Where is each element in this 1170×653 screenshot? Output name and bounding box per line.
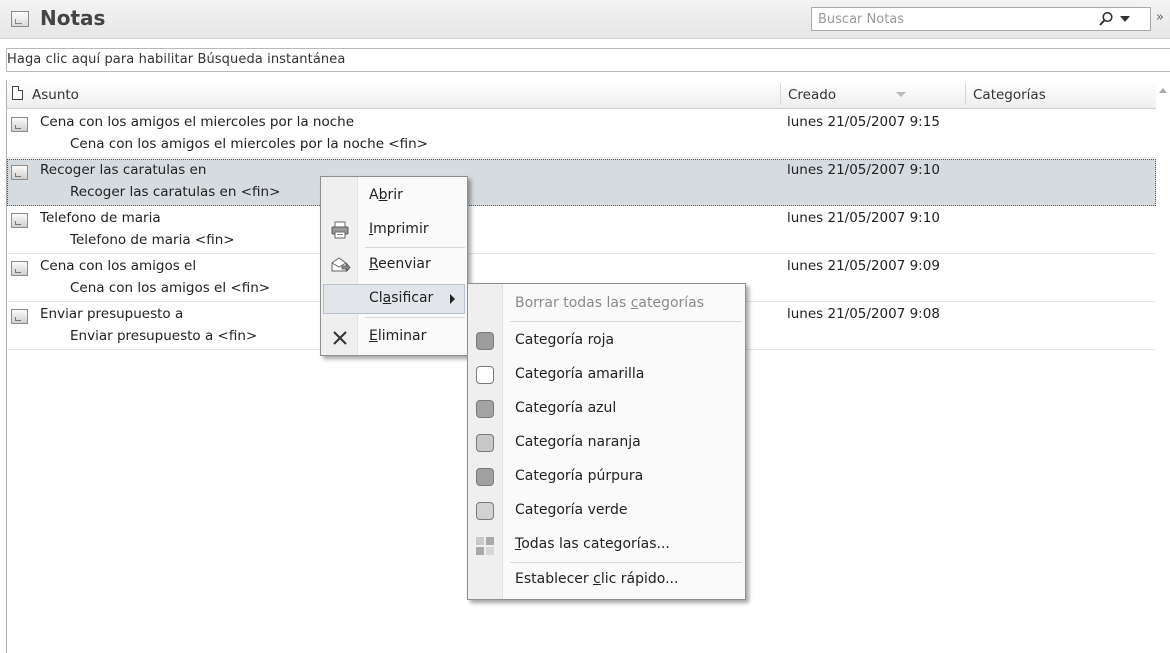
note-created: lunes 21/05/2007 9:09 [787, 258, 940, 274]
menu-item-label: Abrir [369, 187, 403, 203]
menu-item-label: Borrar todas las categorías [515, 295, 705, 311]
submenu-arrow-icon [450, 294, 455, 304]
category-swatch-icon [476, 468, 494, 486]
menu-item-category-red[interactable]: Categoría roja [470, 325, 743, 355]
column-divider[interactable] [965, 83, 966, 105]
menu-item-category-yellow[interactable]: Categoría amarilla [470, 359, 743, 389]
item-type-icon[interactable] [12, 86, 23, 100]
column-divider[interactable] [780, 83, 781, 105]
note-icon [11, 309, 28, 324]
menu-item-label: Eliminar [369, 328, 427, 344]
menu-item-label: Categoría azul [515, 400, 617, 416]
row-divider [7, 157, 1156, 158]
menu-separator [510, 562, 742, 563]
expand-search-icon[interactable]: » [1156, 10, 1164, 25]
note-subject: Cena con los amigos el [40, 258, 197, 274]
column-subject[interactable]: Asunto [32, 87, 79, 103]
menu-item-label: Todas las categorías... [515, 536, 670, 552]
context-menu: Abrir Imprimir Reenviar Clasificar Elimi… [320, 176, 468, 356]
row-divider [7, 253, 1156, 254]
note-subject: Recoger las caratulas en [40, 162, 207, 178]
search-input[interactable] [812, 8, 1088, 30]
note-created: lunes 21/05/2007 9:10 [787, 210, 940, 226]
note-preview: Cena con los amigos el miercoles por la … [70, 136, 428, 152]
menu-item-label: Categoría verde [515, 502, 628, 518]
menu-item-label: Categoría púrpura [515, 468, 644, 484]
menu-item-label: Categoría roja [515, 332, 615, 348]
category-swatch-icon [476, 434, 494, 452]
column-created[interactable]: Creado [788, 87, 836, 103]
page-title: Notas [40, 6, 106, 30]
title-bar: Notas » [0, 0, 1170, 39]
vertical-scrollbar[interactable] [1156, 81, 1170, 653]
menu-item-delete[interactable]: Eliminar [323, 322, 465, 352]
menu-item-label: Clasificar [369, 290, 434, 306]
category-swatch-icon [476, 332, 494, 350]
menu-item-set-quick-click[interactable]: Establecer clic rápido... [470, 565, 743, 595]
note-subject: Cena con los amigos el miercoles por la … [40, 114, 355, 130]
menu-separator [510, 321, 742, 322]
menu-item-categorize[interactable]: Clasificar [323, 284, 465, 314]
menu-item-category-purple[interactable]: Categoría púrpura [470, 461, 743, 491]
column-header: Asunto Creado Categorías [7, 81, 1156, 109]
printer-icon [331, 221, 349, 239]
menu-item-open[interactable]: Abrir [323, 181, 465, 211]
note-created: lunes 21/05/2007 9:10 [787, 162, 940, 178]
category-swatch-icon [476, 400, 494, 418]
column-categories[interactable]: Categorías [973, 87, 1046, 103]
note-created: lunes 21/05/2007 9:08 [787, 306, 940, 322]
category-swatch-icon [476, 502, 494, 520]
note-icon [11, 117, 28, 132]
search-box[interactable] [811, 7, 1151, 31]
sort-descending-icon [896, 92, 906, 97]
notes-icon [11, 11, 29, 27]
menu-item-clear-all-categories[interactable]: Borrar todas las categorías [470, 288, 743, 318]
note-icon [11, 213, 28, 228]
menu-item-label: Establecer clic rápido... [515, 571, 679, 587]
menu-item-label: Reenviar [369, 256, 431, 272]
note-preview: Enviar presupuesto a <fin> [70, 328, 258, 344]
note-row[interactable]: Cena con los amigos el miercoles por la … [7, 111, 1156, 158]
menu-item-all-categories[interactable]: Todas las categorías... [470, 529, 743, 559]
scroll-up-icon[interactable] [1159, 88, 1167, 93]
categorize-submenu: Borrar todas las categorías Categoría ro… [467, 283, 746, 600]
menu-item-label: Categoría naranja [515, 434, 641, 450]
menu-item-label: Imprimir [369, 221, 429, 237]
search-icon[interactable] [1098, 11, 1114, 27]
menu-separator [365, 317, 465, 318]
menu-item-category-green[interactable]: Categoría verde [470, 495, 743, 525]
category-swatch-icon [476, 366, 494, 384]
all-categories-grid-icon [476, 537, 494, 555]
menu-item-category-orange[interactable]: Categoría naranja [470, 427, 743, 457]
note-preview: Recoger las caratulas en <fin> [70, 184, 281, 200]
menu-item-print[interactable]: Imprimir [323, 215, 465, 245]
menu-item-forward[interactable]: Reenviar [323, 250, 465, 280]
note-subject: Telefono de maria [40, 210, 161, 226]
instant-search-bar[interactable]: Haga clic aquí para habilitar Búsqueda i… [6, 48, 1170, 72]
note-row[interactable]: Telefono de maria Telefono de maria <fin… [7, 207, 1156, 254]
note-preview: Telefono de maria <fin> [70, 232, 235, 248]
note-row-selected[interactable]: Recoger las caratulas en Recoger las car… [7, 159, 1156, 206]
note-icon [11, 165, 28, 180]
note-subject: Enviar presupuesto a [40, 306, 184, 322]
delete-x-icon [333, 331, 347, 345]
note-icon [11, 261, 28, 276]
note-preview: Cena con los amigos el <fin> [70, 280, 271, 296]
instant-search-text: Haga clic aquí para habilitar Búsqueda i… [7, 52, 346, 67]
note-created: lunes 21/05/2007 9:15 [787, 114, 940, 130]
menu-item-category-blue[interactable]: Categoría azul [470, 393, 743, 423]
menu-item-label: Categoría amarilla [515, 366, 645, 382]
forward-icon [331, 257, 351, 273]
search-options-dropdown-icon[interactable] [1120, 16, 1130, 22]
menu-separator [365, 247, 465, 248]
